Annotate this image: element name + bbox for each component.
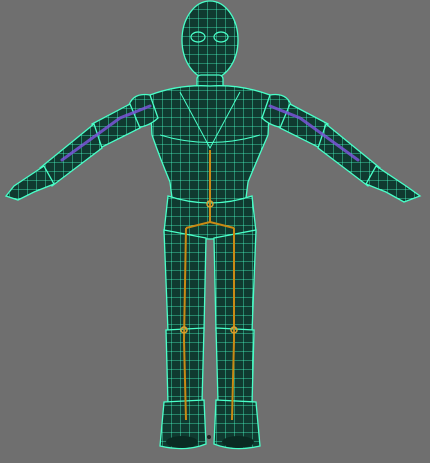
3d-viewport[interactable]	[0, 0, 430, 463]
pivot-point[interactable]	[207, 435, 211, 439]
head-mesh[interactable]	[181, 0, 239, 80]
hand-left-mesh[interactable]	[4, 165, 55, 201]
character-mesh[interactable]	[4, 0, 422, 450]
boot-right-sole	[222, 436, 254, 448]
hand-right-mesh[interactable]	[365, 165, 422, 203]
viewport-canvas[interactable]	[0, 0, 430, 463]
boot-left-sole	[166, 436, 198, 448]
